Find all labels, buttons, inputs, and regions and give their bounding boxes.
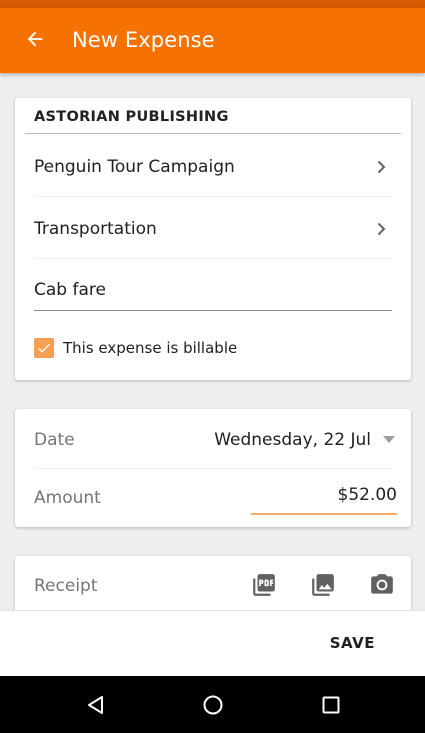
description-input[interactable] (34, 276, 392, 300)
nav-home-button[interactable] (199, 691, 227, 719)
nav-back-button[interactable] (82, 691, 110, 719)
save-button[interactable]: SAVE (330, 634, 375, 652)
form-content[interactable]: ASTORIAN PUBLISHING Penguin Tour Campaig… (0, 73, 425, 610)
image-icon (312, 574, 334, 596)
company-name: ASTORIAN PUBLISHING (34, 109, 229, 125)
date-amount-card: Date Wednesday, 22 Jul Amount (15, 409, 411, 527)
recents-square-icon (322, 696, 340, 714)
chevron-right-icon (377, 222, 386, 236)
home-circle-icon (203, 695, 223, 715)
date-label: Date (34, 430, 75, 450)
expense-details-card: ASTORIAN PUBLISHING Penguin Tour Campaig… (15, 98, 411, 380)
project-label: Penguin Tour Campaign (34, 157, 235, 177)
date-picker[interactable]: Date Wednesday, 22 Jul (34, 411, 397, 469)
amount-label: Amount (34, 488, 101, 508)
company-divider (25, 133, 401, 134)
arrow-left-icon (27, 31, 43, 47)
back-triangle-icon (88, 696, 103, 714)
back-button[interactable] (18, 22, 52, 56)
amount-input[interactable] (251, 485, 397, 505)
chevron-right-icon (377, 160, 386, 174)
date-value: Wednesday, 22 Jul (214, 430, 371, 450)
category-selector[interactable]: Transportation (34, 199, 392, 259)
project-selector[interactable]: Penguin Tour Campaign (34, 137, 392, 197)
divider (34, 258, 392, 259)
billable-label: This expense is billable (63, 339, 238, 357)
pdf-icon (253, 574, 275, 596)
page-title: New Expense (72, 28, 215, 52)
status-bar (0, 0, 425, 8)
camera-icon (371, 574, 393, 594)
attach-pdf-button[interactable] (251, 572, 277, 598)
amount-field-container (251, 485, 397, 515)
dropdown-arrow-icon (383, 436, 395, 443)
receipt-card: Receipt (15, 556, 411, 610)
divider (34, 196, 392, 197)
billable-checkbox[interactable] (34, 338, 54, 358)
nav-recents-button[interactable] (317, 691, 345, 719)
billable-row: This expense is billable (34, 336, 237, 360)
system-navigation-bar (0, 676, 425, 733)
receipt-label: Receipt (34, 576, 98, 596)
app-bar: New Expense (0, 8, 425, 73)
category-label: Transportation (34, 219, 157, 239)
take-photo-button[interactable] (369, 572, 395, 598)
description-field-container (34, 276, 392, 311)
checkmark-icon (38, 343, 50, 353)
attach-image-button[interactable] (310, 572, 336, 598)
amount-row: Amount (34, 469, 397, 527)
bottom-action-bar: SAVE (0, 610, 425, 677)
